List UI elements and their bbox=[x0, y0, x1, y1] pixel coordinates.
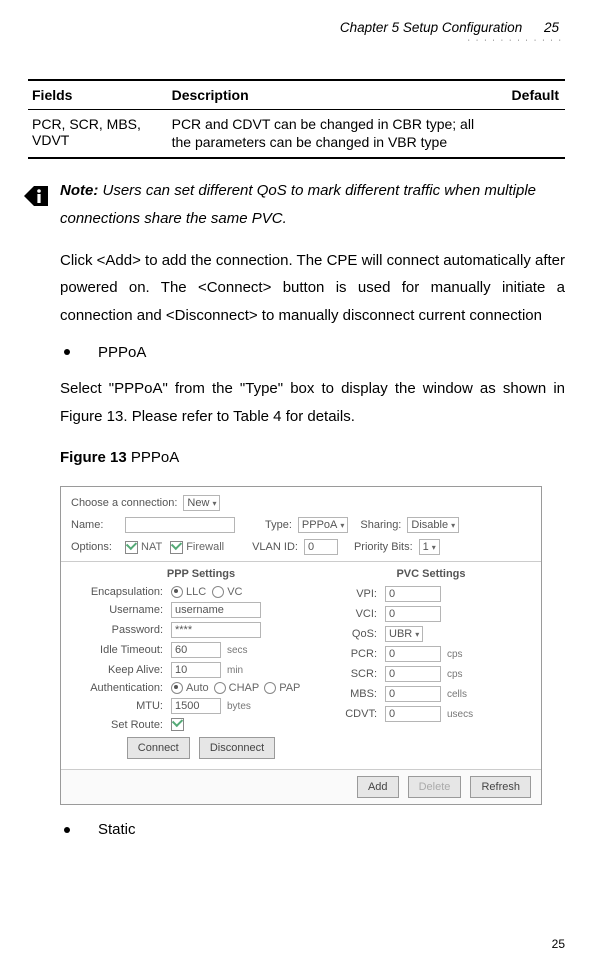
note-paragraph: Note: Users can set different QoS to mar… bbox=[60, 177, 565, 233]
info-icon bbox=[24, 185, 50, 207]
note-text: Users can set different QoS to mark diff… bbox=[60, 182, 536, 227]
lbl-options: Options: bbox=[71, 541, 119, 553]
connect-button[interactable]: Connect bbox=[127, 737, 190, 759]
figure-screenshot: Choose a connection: New Name: Type: PPP… bbox=[60, 486, 542, 805]
bullet-static-label: Static bbox=[98, 821, 136, 838]
firewall-checkbox[interactable] bbox=[170, 541, 183, 554]
table-row: PCR, SCR, MBS, VDVT PCR and CDVT can be … bbox=[28, 110, 565, 159]
add-button[interactable]: Add bbox=[357, 776, 399, 798]
lbl-cdvt: CDVT: bbox=[331, 708, 385, 720]
chapter-title: Chapter 5 Setup Configuration bbox=[340, 20, 522, 35]
bullet-static: Static bbox=[60, 821, 565, 838]
refresh-button[interactable]: Refresh bbox=[470, 776, 531, 798]
vlanid-input[interactable] bbox=[304, 539, 338, 555]
header-dotline: · · · · · · · · · · · · bbox=[28, 37, 565, 45]
auth-chap-radio[interactable] bbox=[214, 682, 226, 694]
auth-auto-radio[interactable] bbox=[171, 682, 183, 694]
lbl-mbs: MBS: bbox=[331, 688, 385, 700]
lbl-type: Type: bbox=[265, 519, 292, 531]
lbl-vci: VCI: bbox=[331, 608, 385, 620]
cell-fields: PCR, SCR, MBS, VDVT bbox=[28, 110, 168, 159]
idle-input[interactable] bbox=[171, 642, 221, 658]
lbl-username: Username: bbox=[71, 604, 171, 616]
lbl-name: Name: bbox=[71, 519, 119, 531]
th-fields: Fields bbox=[28, 80, 168, 110]
lbl-vlanid: VLAN ID: bbox=[252, 541, 298, 553]
lbl-pcr: PCR: bbox=[331, 648, 385, 660]
lbl-auth: Authentication: bbox=[71, 682, 171, 694]
figure-caption: Figure 13 PPPoA bbox=[60, 444, 565, 472]
lbl-password: Password: bbox=[71, 624, 171, 636]
lbl-mtu: MTU: bbox=[71, 700, 171, 712]
sharing-select[interactable]: Disable bbox=[407, 517, 459, 533]
encap-llc-radio[interactable] bbox=[171, 586, 183, 598]
paragraph-add: Click <Add> to add the connection. The C… bbox=[60, 247, 565, 330]
username-input[interactable] bbox=[171, 602, 261, 618]
figure-name: PPPoA bbox=[131, 449, 179, 466]
mtu-input[interactable] bbox=[171, 698, 221, 714]
lbl-priobits: Priority Bits: bbox=[354, 541, 413, 553]
lbl-vpi: VPI: bbox=[331, 588, 385, 600]
name-input[interactable] bbox=[125, 517, 235, 533]
choose-select[interactable]: New bbox=[183, 495, 220, 511]
vpi-input[interactable] bbox=[385, 586, 441, 602]
lbl-nat: NAT bbox=[141, 541, 162, 553]
lbl-sharing: Sharing: bbox=[360, 519, 401, 531]
qos-select[interactable]: UBR bbox=[385, 626, 423, 642]
ppp-settings-header: PPP Settings bbox=[71, 568, 331, 580]
parameters-table: Fields Description Default PCR, SCR, MBS… bbox=[28, 79, 565, 159]
setroute-checkbox[interactable] bbox=[171, 718, 184, 731]
encap-vc-radio[interactable] bbox=[212, 586, 224, 598]
priobits-select[interactable]: 1 bbox=[419, 539, 440, 555]
page-number-bottom: 25 bbox=[552, 937, 565, 951]
note-label: Note: bbox=[60, 182, 98, 199]
bullet-dot-icon bbox=[64, 827, 70, 833]
lbl-choose: Choose a connection: bbox=[71, 497, 177, 509]
password-input[interactable] bbox=[171, 622, 261, 638]
th-description: Description bbox=[168, 80, 479, 110]
disconnect-button[interactable]: Disconnect bbox=[199, 737, 275, 759]
auth-pap-radio[interactable] bbox=[264, 682, 276, 694]
lbl-scr: SCR: bbox=[331, 668, 385, 680]
bullet-pppoa-label: PPPoA bbox=[98, 344, 146, 361]
cdvt-input[interactable] bbox=[385, 706, 441, 722]
bullet-pppoa: PPPoA bbox=[60, 344, 565, 361]
cell-default bbox=[479, 110, 565, 159]
mbs-input[interactable] bbox=[385, 686, 441, 702]
pcr-input[interactable] bbox=[385, 646, 441, 662]
page-header: Chapter 5 Setup Configuration 25 bbox=[28, 20, 565, 35]
cell-description: PCR and CDVT can be changed in CBR type;… bbox=[168, 110, 479, 159]
lbl-qos: QoS: bbox=[331, 628, 385, 640]
nat-checkbox[interactable] bbox=[125, 541, 138, 554]
paragraph-select: Select "PPPoA" from the "Type" box to di… bbox=[60, 375, 565, 431]
th-default: Default bbox=[479, 80, 565, 110]
keep-input[interactable] bbox=[171, 662, 221, 678]
vci-input[interactable] bbox=[385, 606, 441, 622]
lbl-firewall: Firewall bbox=[186, 541, 224, 553]
lbl-idle: Idle Timeout: bbox=[71, 644, 171, 656]
page-number-top: 25 bbox=[544, 20, 559, 35]
lbl-encap: Encapsulation: bbox=[71, 586, 171, 598]
pvc-settings-header: PVC Settings bbox=[331, 568, 531, 580]
delete-button[interactable]: Delete bbox=[408, 776, 462, 798]
bullet-dot-icon bbox=[64, 349, 70, 355]
type-select[interactable]: PPPoA bbox=[298, 517, 348, 533]
lbl-setroute: Set Route: bbox=[71, 719, 171, 731]
figure-label: Figure 13 bbox=[60, 449, 127, 466]
lbl-keep: Keep Alive: bbox=[71, 664, 171, 676]
scr-input[interactable] bbox=[385, 666, 441, 682]
